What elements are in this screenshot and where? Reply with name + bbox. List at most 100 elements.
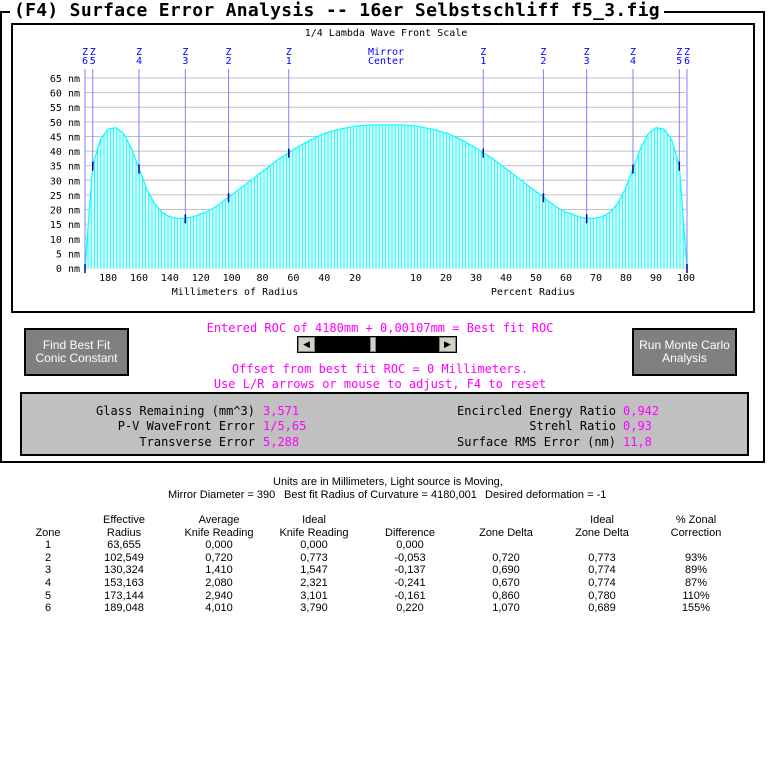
table-cell: 102,549	[104, 551, 144, 564]
y-tick-label: 50 nm	[50, 118, 80, 129]
x-tick-percent: 90	[650, 273, 662, 284]
column-header: Ideal	[590, 514, 614, 526]
y-tick-label: 10 nm	[50, 235, 80, 246]
x-tick-mm: 180	[99, 273, 117, 284]
rms-error-label: Surface RMS Error (nm)	[457, 435, 616, 449]
x-tick-mm: 20	[349, 273, 361, 284]
x-axis-label-percent: Percent Radius	[491, 287, 575, 298]
table-cell: 155%	[681, 602, 711, 615]
surface-error-chart: 1/4 Lambda Wave Front Scale 65 nm 60 nm 55 …	[11, 23, 755, 313]
table-cell	[554, 539, 650, 552]
x-tick-mm: 80	[256, 273, 268, 284]
strehl-ratio-label: Strehl Ratio	[529, 419, 616, 433]
table-cell: 93%	[684, 551, 708, 564]
zone-right-number: 6	[684, 56, 690, 67]
column-header	[458, 514, 554, 527]
stats-panel: Glass Remaining (mm^3) 3,571 P-V WaveFro…	[20, 392, 749, 456]
table-row: 6 189,048 4,010 3,790 0,220 1,070 0,689 155%	[20, 602, 742, 615]
table-row: 2 102,549 0,720 0,773 -0,053 0,720 0,773 93%	[20, 552, 742, 565]
y-tick-label: 20 nm	[50, 206, 80, 217]
zone-right-number: 5	[676, 56, 682, 67]
zone-left-number: 2	[226, 56, 232, 67]
table-cell: 0,689	[588, 602, 616, 615]
table-cell: 0,774	[588, 576, 616, 589]
column-header: % Zonal	[675, 514, 717, 526]
x-tick-mm: 160	[130, 273, 148, 284]
table-cell: 3,101	[300, 589, 328, 602]
y-tick-label: 55 nm	[50, 103, 80, 114]
transverse-error-label: Transverse Error	[139, 435, 255, 449]
table-cell: 0,773	[300, 551, 328, 564]
column-header: Zone Delta	[479, 526, 533, 539]
pv-error-label: P-V WaveFront Error	[117, 419, 255, 433]
column-header: Ideal	[302, 514, 326, 526]
x-tick-percent: 30	[470, 273, 482, 284]
table-row: 1 63,655 0,000 0,000 0,000	[20, 539, 742, 552]
column-header	[20, 514, 76, 527]
table-row: 5 173,144 2,940 3,101 -0,161 0,860 0,780 110%	[20, 590, 742, 603]
y-tick-label: 65 nm	[50, 74, 80, 85]
y-tick-label: 30 nm	[50, 176, 80, 187]
x-tick-mm: 60	[287, 273, 299, 284]
slider-thumb[interactable]	[370, 337, 377, 352]
column-header: Average	[198, 514, 240, 526]
table-cell: -0,241	[394, 576, 426, 589]
table-cell: 0,690	[492, 564, 520, 577]
slider-right-arrow-icon[interactable]: ▶	[439, 337, 456, 352]
column-header: Zone Delta	[575, 526, 629, 539]
table-cell: 0,000	[396, 539, 424, 552]
find-conic-button[interactable]: Find Best Fit Conic Constant	[24, 328, 129, 376]
monte-carlo-button[interactable]: Run Monte Carlo Analysis	[632, 328, 737, 376]
column-header: Difference	[385, 526, 435, 539]
units-info: Units are in Millimeters, Light source i…	[273, 476, 503, 488]
table-cell: 5	[44, 589, 52, 602]
mirror-diameter: Mirror Diameter = 390	[168, 489, 276, 501]
y-tick-label: 40 nm	[50, 147, 80, 158]
chart-svg: 1/4 Lambda Wave Front Scale 65 nm 60 nm 55 …	[50, 28, 695, 298]
table-cell: 0,773	[588, 551, 616, 564]
table-cell: 0,774	[588, 564, 616, 577]
table-cell: 153,163	[104, 576, 144, 589]
table-row: 3 130,324 1,410 1,547 -0,137 0,690 0,774 89%	[20, 564, 742, 577]
x-tick-mm: 40	[318, 273, 330, 284]
adjust-hint: Use L/R arrows or mouse to adjust, F4 to…	[213, 377, 547, 391]
x-axis-label-mm: Millimeters of Radius	[172, 287, 298, 298]
table-cell: 110%	[682, 589, 710, 602]
column-header: Zone	[35, 526, 61, 539]
table-cell: 87%	[684, 576, 708, 589]
table-cell: 2,080	[205, 576, 233, 589]
table-cell: 1,547	[300, 564, 328, 577]
x-tick-mm: 140	[161, 273, 179, 284]
table-cell: 3,790	[300, 602, 328, 615]
table-cell: 1	[44, 539, 52, 552]
table-cell: 89%	[684, 564, 708, 577]
table-cell: 0,000	[205, 539, 233, 552]
table-row: 4 153,163 2,080 2,321 -0,241 0,670 0,774 87%	[20, 577, 742, 590]
x-tick-percent: 70	[590, 273, 602, 284]
best-fit-roc: Best fit Radius of Curvature = 4180,001	[284, 489, 477, 501]
table-cell: 0,670	[492, 576, 520, 589]
table-cell	[650, 539, 742, 552]
offset-text: Offset from best fit ROC = 0 Millimeters…	[231, 362, 529, 376]
table-header-top: Effective Average Ideal Ideal % Zonal	[20, 514, 742, 527]
roc-slider[interactable]: ◀ ▶	[297, 336, 457, 353]
strehl-ratio-value: 0,93	[623, 419, 652, 433]
column-header: Radius	[106, 526, 142, 539]
table-cell: 2,321	[300, 576, 328, 589]
column-header: Effective	[103, 514, 145, 526]
x-tick-percent: 60	[560, 273, 572, 284]
encircled-energy-value: 0,942	[623, 404, 660, 418]
table-cell: 173,144	[104, 589, 144, 602]
table-cell: 2	[44, 551, 52, 564]
chart-scale-label: 1/4 Lambda Wave Front Scale	[305, 28, 468, 39]
column-header: Knife Reading	[184, 526, 254, 539]
x-tick-percent: 10	[410, 273, 422, 284]
table-cell: 0,720	[492, 551, 520, 564]
table-cell: 6	[44, 602, 52, 615]
table-cell: 4	[44, 576, 52, 589]
y-tick-label: 60 nm	[50, 89, 80, 100]
x-tick-percent: 80	[620, 273, 632, 284]
slider-left-arrow-icon[interactable]: ◀	[298, 337, 315, 352]
table-cell: 130,324	[104, 564, 144, 577]
column-header: Knife Reading	[279, 526, 349, 539]
